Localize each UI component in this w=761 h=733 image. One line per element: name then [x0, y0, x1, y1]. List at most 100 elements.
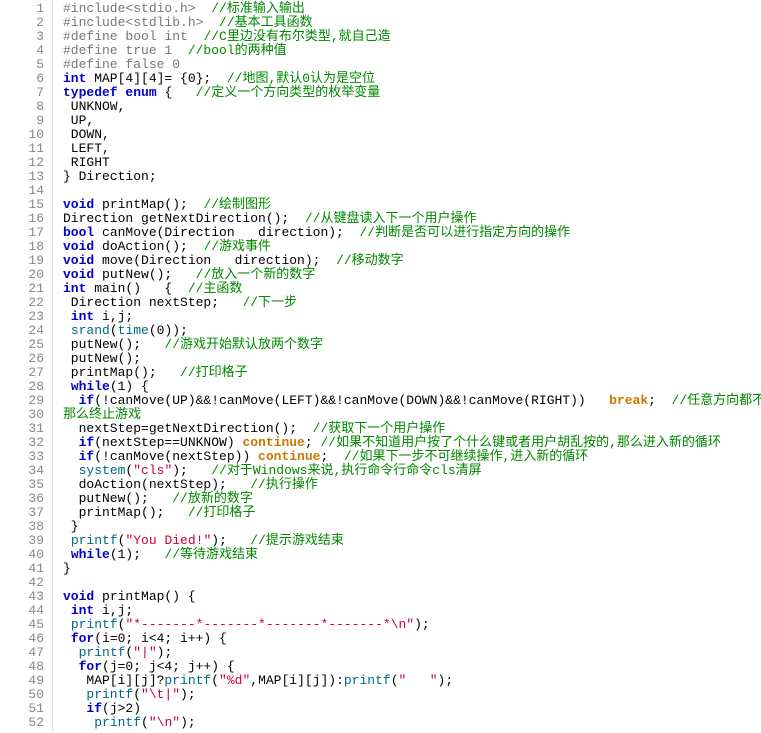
line-number: 34: [4, 464, 44, 478]
token-kw: enum: [125, 85, 156, 100]
token-cmt: //任意方向都不能移动,: [672, 393, 761, 408]
line-number: 46: [4, 632, 44, 646]
code-line[interactable]: #define true 1 //bool的两种值: [63, 44, 761, 58]
code-line[interactable]: int i,j;: [63, 604, 761, 618]
code-line[interactable]: [63, 576, 761, 590]
token-kw: while: [71, 547, 110, 562]
code-line[interactable]: UP,: [63, 114, 761, 128]
code-line[interactable]: printMap(); //打印格子: [63, 366, 761, 380]
code-line[interactable]: nextStep=getNextDirection(); //获取下一个用户操作: [63, 422, 761, 436]
code-line[interactable]: void move(Direction direction); //移动数字: [63, 254, 761, 268]
token-id: printMap() {: [94, 589, 195, 604]
line-number: 3: [4, 30, 44, 44]
token-id: );: [180, 687, 196, 702]
token-cmt: //如果不知道用户按了个什么键或者用户胡乱按的,那么进入新的循环: [320, 435, 720, 450]
token-func-call: printf: [94, 715, 141, 730]
line-number: 50: [4, 688, 44, 702]
token-kw: if: [79, 449, 95, 464]
code-line[interactable]: int MAP[4][4]= {0}; //地图,默认0认为是空位: [63, 72, 761, 86]
line-number: 52: [4, 716, 44, 730]
code-line[interactable]: Direction nextStep; //下一步: [63, 296, 761, 310]
code-area[interactable]: #include<stdio.h> //标准输入输出#include<stdli…: [53, 0, 761, 732]
code-line[interactable]: int i,j;: [63, 310, 761, 324]
code-line[interactable]: void doAction(); //游戏事件: [63, 240, 761, 254]
code-line[interactable]: }: [63, 562, 761, 576]
token-id: Direction getNextDirection();: [63, 211, 305, 226]
token-func-call: printf: [164, 673, 211, 688]
token-cmt: //放入一个新的数字: [196, 267, 316, 282]
code-line[interactable]: #include<stdlib.h> //基本工具函数: [63, 16, 761, 30]
code-line[interactable]: #include<stdio.h> //标准输入输出: [63, 2, 761, 16]
code-line[interactable]: if(nextStep==UNKNOW) continue; //如果不知道用户…: [63, 436, 761, 450]
token-id: [63, 323, 71, 338]
code-line[interactable]: printf("\t|");: [63, 688, 761, 702]
code-line[interactable]: }: [63, 520, 761, 534]
code-line[interactable]: putNew(); //游戏开始默认放两个数字: [63, 338, 761, 352]
token-id: (: [133, 687, 141, 702]
code-line[interactable]: for(j=0; j<4; j++) {: [63, 660, 761, 674]
line-number: 39: [4, 534, 44, 548]
code-line[interactable]: if(j>2): [63, 702, 761, 716]
code-line[interactable]: putNew();: [63, 352, 761, 366]
code-line[interactable]: bool canMove(Direction direction); //判断是…: [63, 226, 761, 240]
token-kw: if: [79, 393, 95, 408]
line-number: 1: [4, 2, 44, 16]
token-id: printMap();: [63, 505, 188, 520]
code-line[interactable]: while(1); //等待游戏结束: [63, 548, 761, 562]
code-line[interactable]: MAP[i][j]?printf("%d",MAP[i][j]):printf(…: [63, 674, 761, 688]
line-number: 8: [4, 100, 44, 114]
token-func-call: system: [79, 463, 126, 478]
code-line[interactable]: typedef enum { //定义一个方向类型的枚举变量: [63, 86, 761, 100]
token-id: (1) {: [110, 379, 149, 394]
code-line[interactable]: void printMap() {: [63, 590, 761, 604]
code-line[interactable]: DOWN,: [63, 128, 761, 142]
token-id: doAction(nextStep);: [63, 477, 250, 492]
code-line[interactable]: printf("\n");: [63, 716, 761, 730]
code-line[interactable]: printMap(); //打印格子: [63, 506, 761, 520]
token-id: [63, 701, 86, 716]
token-id: [63, 645, 79, 660]
token-id: nextStep=getNextDirection();: [63, 421, 313, 436]
token-cmt: //打印格子: [180, 365, 248, 380]
line-number: 36: [4, 492, 44, 506]
code-line[interactable]: srand(time(0));: [63, 324, 761, 338]
code-line[interactable]: UNKNOW,: [63, 100, 761, 114]
code-line[interactable]: #define bool int //C里边没有布尔类型,就自己造: [63, 30, 761, 44]
code-line[interactable]: void putNew(); //放入一个新的数字: [63, 268, 761, 282]
code-line[interactable]: printf("*-------*-------*-------*-------…: [63, 618, 761, 632]
code-line[interactable]: RIGHT: [63, 156, 761, 170]
code-line[interactable]: } Direction;: [63, 170, 761, 184]
code-line[interactable]: Direction getNextDirection(); //从键盘读入下一个…: [63, 212, 761, 226]
code-line[interactable]: if(!canMove(UP)&&!canMove(LEFT)&&!canMov…: [63, 394, 761, 408]
code-line[interactable]: while(1) {: [63, 380, 761, 394]
code-line[interactable]: LEFT,: [63, 142, 761, 156]
token-id: );: [180, 715, 196, 730]
token-cmt: //下一步: [242, 295, 297, 310]
code-line[interactable]: doAction(nextStep); //执行操作: [63, 478, 761, 492]
token-str: "You Died!": [125, 533, 211, 548]
code-line[interactable]: for(i=0; i<4; i++) {: [63, 632, 761, 646]
token-str: " ": [399, 673, 438, 688]
line-number: 10: [4, 128, 44, 142]
code-line[interactable]: if(!canMove(nextStep)) continue; //如果下一步…: [63, 450, 761, 464]
code-line[interactable]: 那么终止游戏: [63, 408, 761, 422]
token-func-call: printf: [71, 617, 118, 632]
line-number: 17: [4, 226, 44, 240]
token-id: [63, 435, 79, 450]
code-line[interactable]: printf("You Died!"); //提示游戏结束: [63, 534, 761, 548]
token-cmt: //标准输入输出: [211, 1, 305, 16]
code-line[interactable]: system("cls"); //对于Windows来说,执行命令行命令cls清…: [63, 464, 761, 478]
code-line[interactable]: int main() { //主函数: [63, 282, 761, 296]
token-cmt: 那么终止游戏: [63, 407, 141, 422]
token-id: }: [63, 519, 79, 534]
token-id: (: [391, 673, 399, 688]
token-id: );: [172, 463, 211, 478]
code-line[interactable]: putNew(); //放新的数字: [63, 492, 761, 506]
code-line[interactable]: void printMap(); //绘制图形: [63, 198, 761, 212]
code-line[interactable]: [63, 184, 761, 198]
code-line[interactable]: printf("|");: [63, 646, 761, 660]
token-id: (i=0; i<4; i++) {: [94, 631, 227, 646]
token-id: [63, 449, 79, 464]
code-line[interactable]: #define false 0: [63, 58, 761, 72]
token-id: ;: [305, 435, 321, 450]
